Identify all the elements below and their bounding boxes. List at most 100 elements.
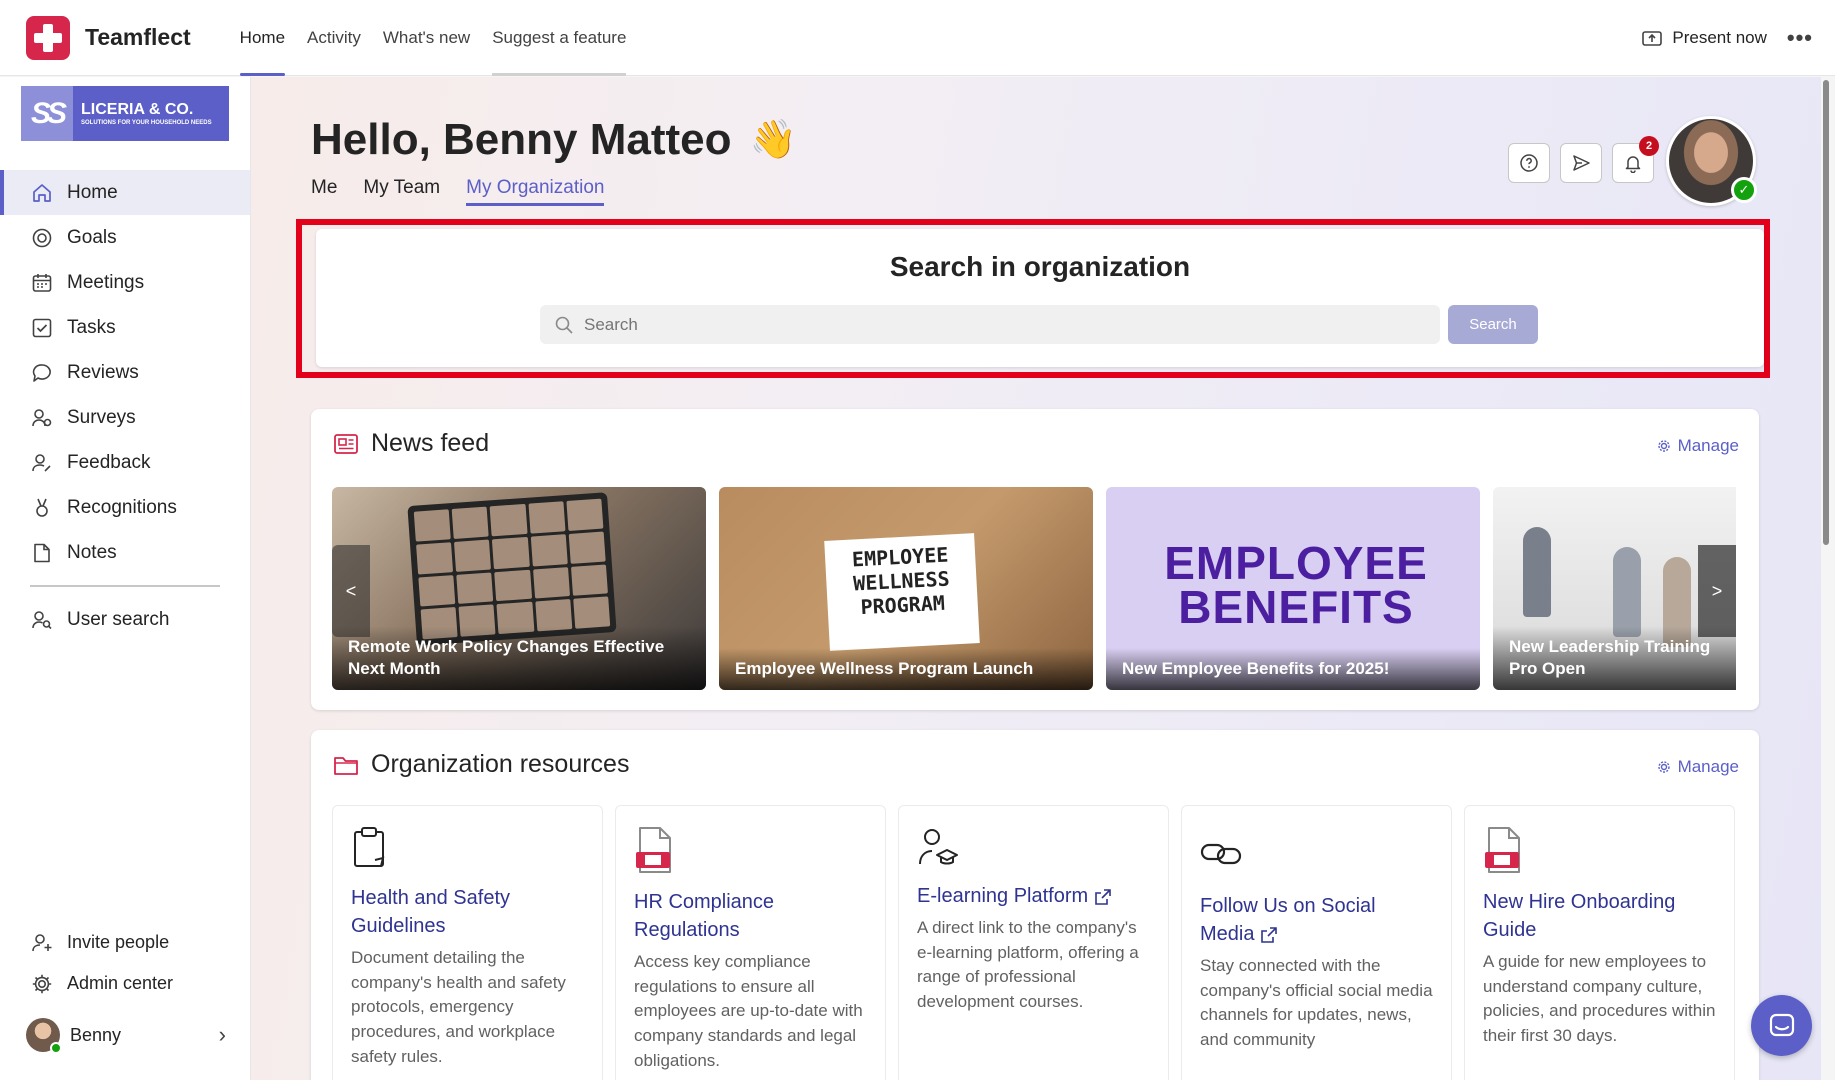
feedback-icon: [30, 451, 54, 475]
resource-title[interactable]: E-learning Platform: [917, 882, 1150, 910]
tab-suggest-feature[interactable]: Suggest a feature: [481, 0, 637, 76]
search-icon: [555, 316, 573, 334]
sidebar-item-reviews[interactable]: Reviews: [0, 350, 250, 395]
news-feed-card: News feed Manage Remote Work Policy Chan…: [311, 409, 1759, 710]
resource-description: Document detailing the company's health …: [351, 948, 566, 1066]
folder-icon: [334, 756, 358, 775]
carousel-prev-button[interactable]: <: [332, 545, 370, 637]
tab-me[interactable]: Me: [311, 177, 337, 206]
resource-item[interactable]: Follow Us on Social Media Stay connected…: [1181, 805, 1452, 1080]
resource-item[interactable]: E-learning Platform A direct link to the…: [898, 805, 1169, 1080]
clipboard-icon: [351, 826, 584, 878]
training-image-person: [1613, 547, 1641, 637]
user-name: Benny: [70, 1024, 122, 1045]
organization-logo: SS LICERIA & CO. SOLUTIONS FOR YOUR HOUS…: [21, 86, 229, 141]
invite-people-label: Invite people: [67, 932, 170, 952]
note-icon: [30, 541, 54, 565]
tab-my-organization[interactable]: My Organization: [466, 177, 605, 206]
sidebar-item-recognitions[interactable]: Recognitions: [0, 485, 250, 530]
news-feed-header: News feed: [333, 429, 489, 458]
calendar-icon: [30, 271, 54, 295]
sidebar-item-feedback[interactable]: Feedback: [0, 440, 250, 485]
user-avatar[interactable]: ✓: [1666, 116, 1757, 206]
teamflect-logo-icon[interactable]: [26, 15, 70, 60]
external-link-icon: [1095, 888, 1111, 905]
resource-title-text: Follow Us on Social Media: [1200, 895, 1376, 945]
resource-title-text: E-learning Platform: [917, 885, 1089, 907]
top-bar: Teamflect Home Activity What's new Sugge…: [0, 0, 1835, 76]
search-input[interactable]: [584, 314, 1424, 335]
carousel-next-button[interactable]: >: [1698, 545, 1736, 637]
manage-label: Manage: [1677, 757, 1739, 776]
resources-manage-link[interactable]: Manage: [1656, 757, 1739, 777]
invite-people-button[interactable]: Invite people: [0, 922, 250, 963]
sidebar-item-home[interactable]: Home: [0, 170, 250, 215]
notifications-button[interactable]: 2: [1612, 136, 1659, 183]
sidebar-item-notes[interactable]: Notes: [0, 530, 250, 575]
sidebar-item-meetings[interactable]: Meetings: [0, 260, 250, 305]
organization-resources-card: Organization resources Manage Health and…: [311, 730, 1759, 1080]
gear-icon: [30, 972, 54, 996]
manage-label: Manage: [1677, 436, 1739, 455]
help-button[interactable]: [1508, 143, 1550, 183]
resource-title[interactable]: Health and Safety Guidelines: [351, 884, 584, 940]
tab-my-team[interactable]: My Team: [363, 177, 440, 206]
avatar: [26, 1018, 62, 1054]
news-item[interactable]: EMPLOYEE BENEFITS New Employee Benefits …: [1106, 487, 1480, 690]
search-button[interactable]: Search: [1448, 305, 1538, 344]
tab-home[interactable]: Home: [229, 0, 296, 76]
header-actions: 2: [1508, 136, 1659, 183]
sidebar-item-label: User search: [67, 608, 170, 630]
chat-icon: [1769, 1013, 1794, 1036]
search-field[interactable]: [540, 305, 1440, 344]
resource-title[interactable]: HR Compliance Regulations: [634, 888, 867, 944]
present-now-button[interactable]: Present now: [1642, 28, 1767, 48]
news-item[interactable]: EMPLOYEE WELLNESS PROGRAM Employee Welln…: [719, 487, 1093, 690]
resource-item[interactable]: New Hire Onboarding Guide A guide for ne…: [1464, 805, 1735, 1080]
news-caption: Employee Wellness Program Launch: [719, 647, 1093, 690]
ribbon-icon: [30, 496, 54, 520]
search-card: Search in organization Search: [316, 229, 1764, 367]
news-caption: New Employee Benefits for 2025!: [1106, 647, 1480, 690]
document-icon: [634, 826, 867, 882]
page-title: Hello, Benny Matteo 👋: [311, 115, 797, 165]
sidebar-item-label: Tasks: [67, 316, 116, 338]
org-logo-mark: SS: [21, 86, 73, 141]
user-profile-row[interactable]: Benny ›: [26, 1018, 226, 1054]
sidebar-item-label: Notes: [67, 541, 117, 563]
sidebar-item-tasks[interactable]: Tasks: [0, 305, 250, 350]
resource-title[interactable]: New Hire Onboarding Guide: [1483, 888, 1716, 944]
document-icon: [1483, 826, 1716, 882]
gear-icon: [1657, 440, 1670, 452]
external-link-icon: [1261, 926, 1278, 943]
sidebar-item-goals[interactable]: Goals: [0, 215, 250, 260]
more-options-button[interactable]: •••: [1787, 25, 1813, 51]
sidebar-item-surveys[interactable]: Surveys: [0, 395, 250, 440]
waving-hand-icon: 👋: [749, 119, 797, 161]
news-item[interactable]: Remote Work Policy Changes Effective Nex…: [332, 487, 706, 690]
resource-title[interactable]: Follow Us on Social Media: [1200, 892, 1433, 948]
admin-center-button[interactable]: Admin center: [0, 963, 250, 1004]
news-item[interactable]: New Leadership Training Pro Open >: [1493, 487, 1736, 690]
scrollbar[interactable]: [1823, 80, 1829, 545]
chevron-right-icon[interactable]: ›: [219, 1022, 226, 1048]
wellness-image-text: EMPLOYEE WELLNESS PROGRAM: [824, 533, 980, 651]
tab-activity[interactable]: Activity: [296, 0, 372, 76]
resource-item[interactable]: Health and Safety Guidelines Document de…: [332, 805, 603, 1080]
main-content: Hello, Benny Matteo 👋 Me My Team My Orga…: [251, 77, 1821, 1080]
tab-whats-new[interactable]: What's new: [372, 0, 481, 76]
resource-description: A guide for new employees to understand …: [1483, 952, 1716, 1045]
app-name: Teamflect: [85, 24, 191, 50]
user-search-icon: [30, 608, 54, 632]
gear-icon: [1657, 761, 1670, 773]
sidebar-item-label: Goals: [67, 226, 117, 248]
resource-item[interactable]: HR Compliance Regulations Access key com…: [615, 805, 886, 1080]
bell-icon: [1625, 156, 1641, 173]
send-button[interactable]: [1560, 143, 1602, 183]
notification-badge: 2: [1639, 136, 1659, 156]
chat-support-button[interactable]: [1751, 995, 1812, 1056]
search-title: Search in organization: [889, 251, 1191, 282]
news-manage-link[interactable]: Manage: [1656, 436, 1739, 456]
sidebar-item-user-search[interactable]: User search: [0, 597, 250, 642]
video-call-image: [407, 492, 617, 646]
